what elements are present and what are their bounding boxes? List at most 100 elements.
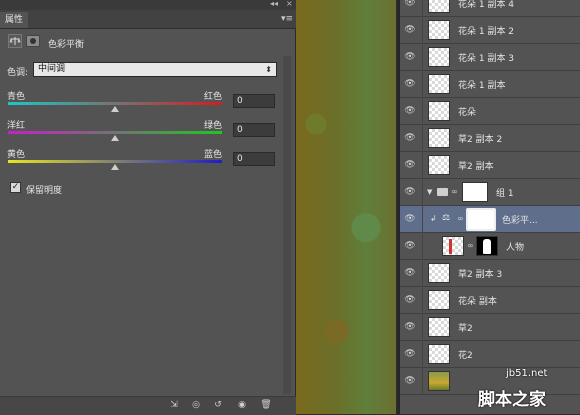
layer-row[interactable]: 👁 ∞ 人物 [400, 233, 580, 260]
layer-thumbnail[interactable] [428, 344, 450, 364]
document-canvas[interactable] [296, 0, 396, 414]
preserve-luminosity-checkbox[interactable]: ✓ [10, 182, 21, 193]
panel-scrollbar[interactable] [283, 56, 291, 394]
watermark-url: jb51.net [506, 368, 548, 379]
layer-thumbnail[interactable] [428, 263, 450, 283]
eye-icon[interactable]: 👁 [404, 0, 416, 8]
layer-row[interactable]: 👁 ▼ ∞ 组 1 [400, 179, 580, 206]
slider-green-label: 绿色 [204, 121, 223, 131]
eye-icon[interactable]: 👁 [404, 214, 416, 224]
layer-thumbnail[interactable] [428, 317, 450, 337]
row-divider [422, 0, 423, 17]
eye-icon[interactable]: 👁 [404, 106, 416, 116]
layer-row[interactable]: 👁 花2 [400, 341, 580, 368]
row-divider [422, 233, 423, 260]
layer-thumbnail[interactable] [428, 74, 450, 94]
slider-red-label: 红色 [204, 92, 223, 102]
link-icon[interactable]: ∞ [457, 214, 464, 223]
layer-thumbnail[interactable] [428, 155, 450, 175]
layer-row[interactable]: 👁 草2 副本 [400, 152, 580, 179]
layer-name: 草2 副本 [458, 162, 494, 172]
link-icon[interactable]: ∞ [451, 187, 458, 196]
panel-menu-button[interactable]: ▾≡ [280, 13, 294, 25]
magenta-green-slider-track[interactable] [8, 131, 222, 134]
view-previous-state-icon[interactable]: ◎ [188, 399, 204, 412]
layer-thumbnail[interactable] [428, 0, 450, 13]
clipping-arrow-icon: ↲ [430, 214, 437, 223]
eye-icon[interactable]: 👁 [404, 187, 416, 197]
layer-thumbnail[interactable] [428, 20, 450, 40]
layer-name: 花朵 1 副本 2 [458, 27, 515, 37]
tab-properties[interactable]: 属性 [0, 12, 28, 28]
eye-icon[interactable]: 👁 [404, 349, 416, 359]
eye-icon[interactable]: 👁 [404, 25, 416, 35]
layer-row[interactable]: 👁 花朵 [400, 98, 580, 125]
eye-icon[interactable]: 👁 [404, 52, 416, 62]
folder-icon [437, 188, 448, 196]
layer-row[interactable]: 👁 草2 副本 2 [400, 125, 580, 152]
layer-row[interactable]: 👁 花朵 1 副本 2 [400, 17, 580, 44]
layer-row[interactable]: 👁 花朵 副本 [400, 287, 580, 314]
layer-thumbnail[interactable] [428, 290, 450, 310]
layer-row[interactable]: 👁 花朵 1 副本 [400, 71, 580, 98]
eye-icon[interactable]: 👁 [404, 376, 416, 386]
cyan-red-value-input[interactable]: 0 [233, 94, 275, 108]
layer-row[interactable]: 👁 ↲ ⚖ ∞ 色彩平... [400, 206, 580, 233]
yellow-blue-value-input[interactable]: 0 [233, 152, 275, 166]
row-divider [422, 17, 423, 44]
preserve-luminosity-label: 保留明度 [26, 186, 63, 196]
trash-icon[interactable]: 🗑 [258, 399, 274, 412]
panel-top-strip: ◂◂ × [0, 0, 296, 10]
yellow-blue-slider-thumb[interactable] [111, 164, 119, 170]
reset-icon[interactable]: ↺ [210, 399, 226, 412]
close-panel-button[interactable]: × [286, 0, 293, 8]
yellow-blue-slider-track[interactable] [8, 160, 222, 163]
color-balance-icon: ⚖ [442, 213, 451, 223]
eye-icon[interactable]: 👁 [404, 160, 416, 170]
mask-silhouette [483, 239, 491, 254]
layer-name: 色彩平... [502, 216, 538, 226]
tone-dropdown[interactable]: 中间调 ⬍ [33, 62, 277, 77]
eye-icon[interactable]: 👁 [404, 268, 416, 278]
layer-name: 人物 [506, 243, 525, 253]
cyan-red-slider-thumb[interactable] [111, 106, 119, 112]
person-mask-thumbnail[interactable] [476, 236, 498, 256]
row-divider [422, 341, 423, 368]
person-layer-thumbnail[interactable] [442, 236, 464, 256]
layer-row[interactable]: 👁 草2 副本 3 [400, 260, 580, 287]
row-divider [422, 260, 423, 287]
adjustment-mask-thumbnail[interactable] [466, 208, 496, 231]
link-icon[interactable]: ∞ [467, 241, 474, 250]
layer-row[interactable]: 👁 草2 [400, 314, 580, 341]
magenta-green-slider-thumb[interactable] [111, 135, 119, 141]
collapse-panel-button[interactable]: ◂◂ [270, 0, 278, 8]
layer-thumbnail[interactable] [428, 128, 450, 148]
tone-label: 色调: [7, 68, 29, 78]
group-mask-thumbnail[interactable] [462, 182, 488, 202]
layer-thumbnail[interactable] [428, 101, 450, 121]
layer-mask-icon[interactable] [26, 35, 40, 47]
slider-yellow-label: 黄色 [7, 150, 26, 160]
background-photo-thumbnail[interactable] [428, 371, 450, 391]
eye-icon[interactable]: 👁 [404, 295, 416, 305]
clip-to-layer-icon[interactable]: ⇲ [166, 399, 182, 412]
layer-name: 组 1 [496, 189, 514, 199]
layer-row[interactable]: 👁 花朵 1 副本 3 [400, 44, 580, 71]
eye-icon[interactable]: 👁 [404, 322, 416, 332]
layer-name: 草2 副本 2 [458, 135, 503, 145]
eye-icon[interactable]: 👁 [404, 241, 416, 251]
magenta-green-value-input[interactable]: 0 [233, 123, 275, 137]
row-divider [422, 179, 423, 206]
cyan-red-slider-track[interactable] [8, 102, 222, 105]
row-divider [422, 368, 423, 395]
layer-row[interactable]: 👁 花朵 1 副本 4 [400, 0, 580, 17]
eye-icon[interactable]: 👁 [404, 79, 416, 89]
eye-icon[interactable]: 👁 [404, 133, 416, 143]
slider-blue-label: 蓝色 [204, 150, 223, 160]
expand-group-icon[interactable]: ▼ [427, 188, 432, 196]
row-divider [422, 71, 423, 98]
row-divider [422, 287, 423, 314]
panel-tab-bar [0, 10, 296, 29]
layer-thumbnail[interactable] [428, 47, 450, 67]
toggle-visibility-icon[interactable]: ◉ [234, 399, 250, 412]
